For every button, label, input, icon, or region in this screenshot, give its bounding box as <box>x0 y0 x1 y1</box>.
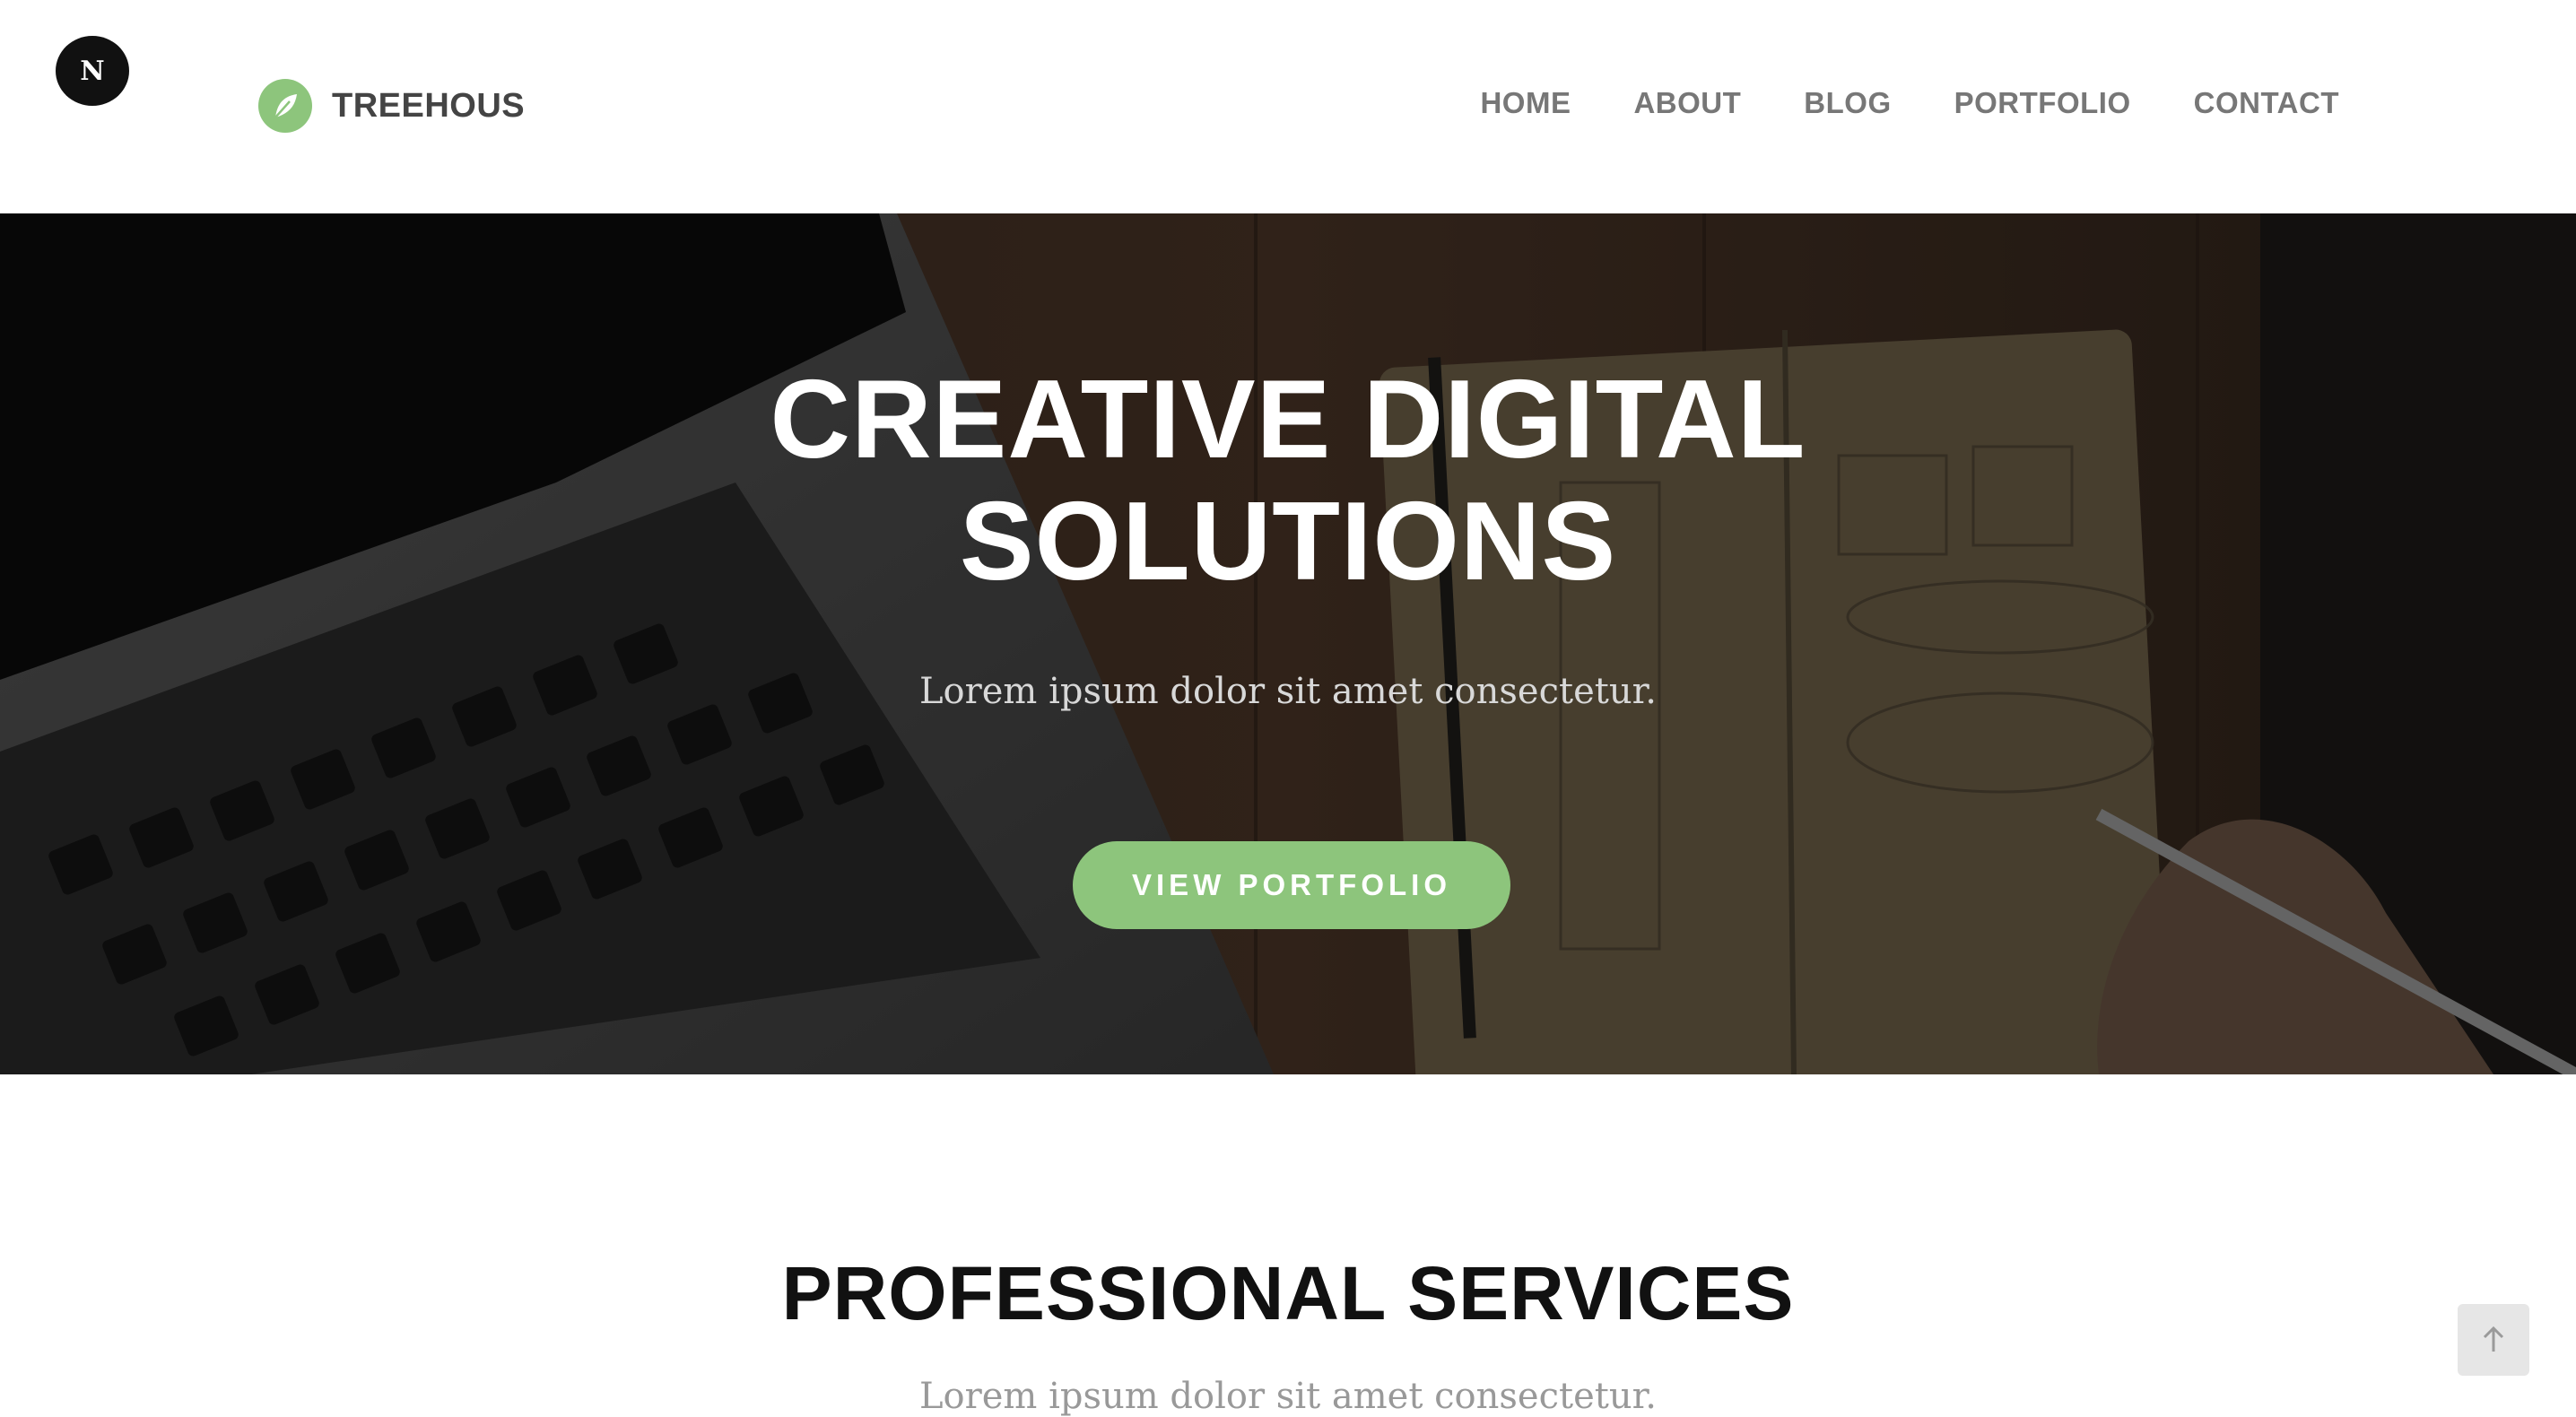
leaf-icon <box>258 79 312 133</box>
n-badge[interactable]: N <box>56 36 129 106</box>
services-title: PROFESSIONAL SERVICES <box>781 1251 1795 1335</box>
arrow-up-icon <box>2483 1326 2504 1352</box>
brand-name: TREEHOUS <box>332 86 526 125</box>
hero-section: CREATIVE DIGITAL SOLUTIONS Lorem ipsum d… <box>0 213 2576 1074</box>
nav-item-portfolio[interactable]: PORTFOLIO <box>1954 86 2131 120</box>
nav-item-home[interactable]: HOME <box>1480 86 1571 120</box>
scroll-to-top-button[interactable] <box>2458 1304 2529 1376</box>
nav-item-contact[interactable]: CONTACT <box>2194 86 2339 120</box>
view-portfolio-button[interactable]: VIEW PORTFOLIO <box>1073 841 1510 929</box>
hero-title-line-2: SOLUTIONS <box>959 480 1617 604</box>
brand[interactable]: TREEHOUS <box>258 79 525 133</box>
nav-item-blog[interactable]: BLOG <box>1804 86 1891 120</box>
hero-subtitle: Lorem ipsum dolor sit amet consectetur. <box>918 671 1658 712</box>
main-nav: HOME ABOUT BLOG PORTFOLIO CONTACT <box>1480 86 2339 120</box>
hero-background-image <box>0 213 2576 1074</box>
site-header: N TREEHOUS HOME ABOUT BLOG PORTFOLIO CON… <box>0 0 2576 213</box>
hero-title: CREATIVE DIGITAL SOLUTIONS <box>0 359 2576 603</box>
nav-item-about[interactable]: ABOUT <box>1633 86 1741 120</box>
services-subtitle: Lorem ipsum dolor sit amet consectetur. <box>918 1376 1658 1417</box>
hero-title-line-1: CREATIVE DIGITAL <box>770 358 1806 482</box>
